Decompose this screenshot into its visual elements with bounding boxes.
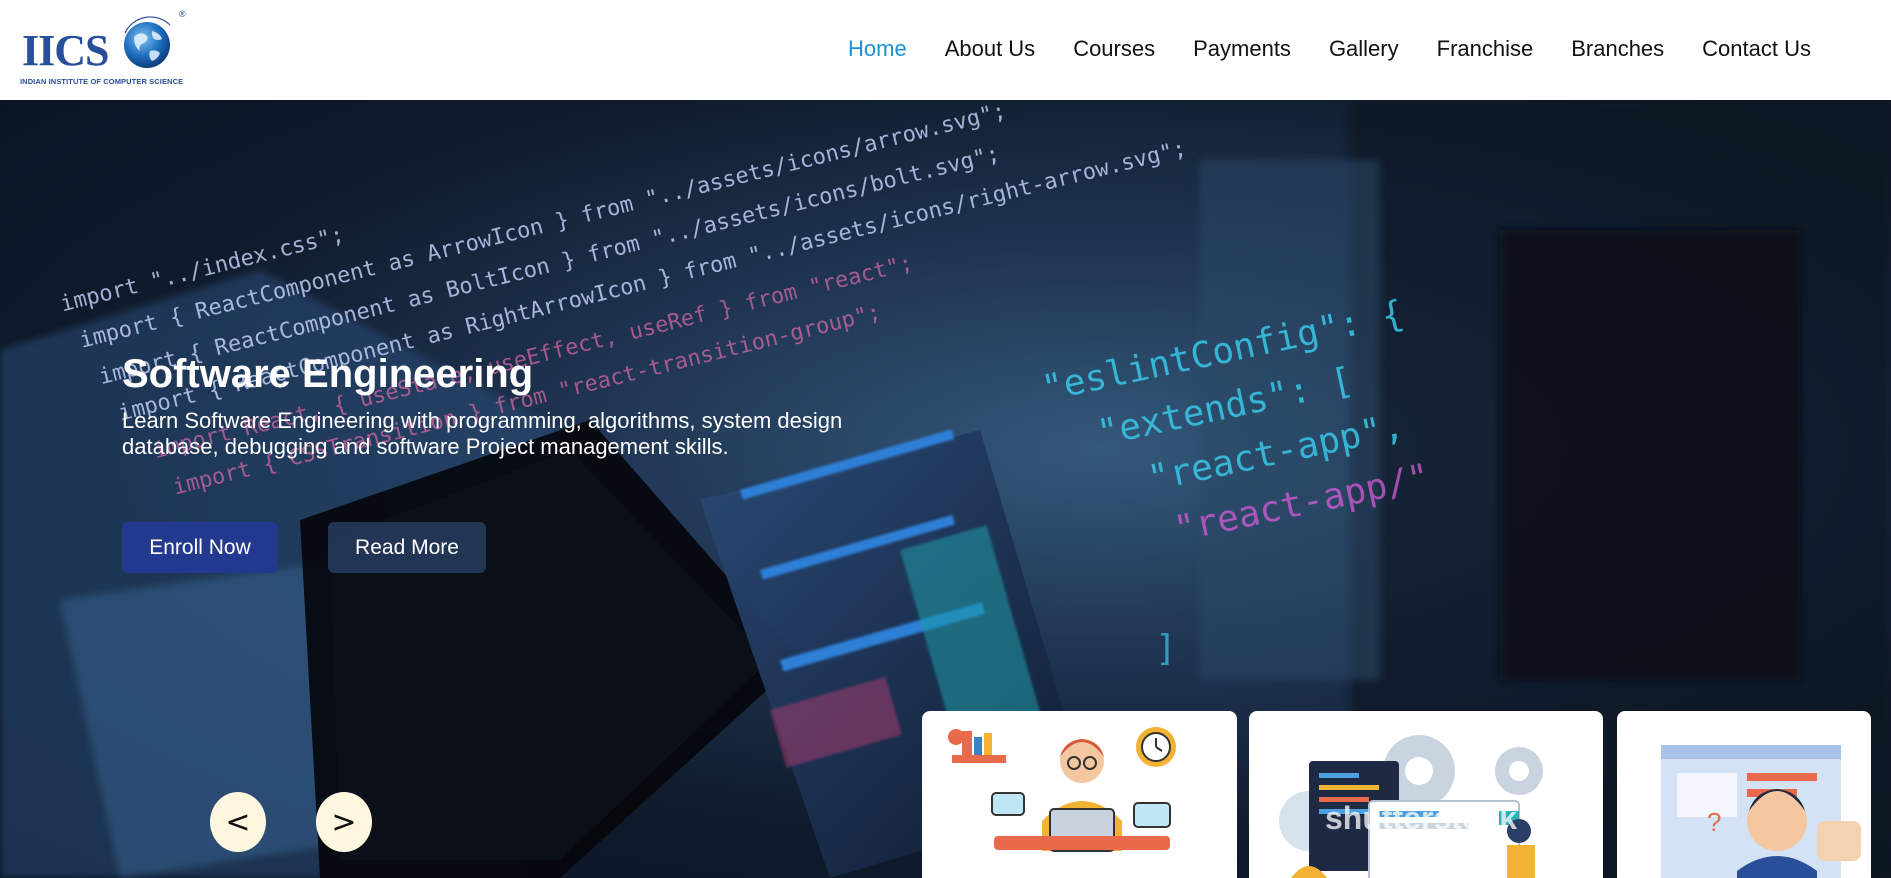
nav-item-franchise[interactable]: Franchise bbox=[1437, 36, 1534, 62]
registered-mark: ® bbox=[179, 9, 186, 19]
iics-logo[interactable]: IICS ® INDIAN INSTITUTE OF COMPUTER SCIE… bbox=[20, 9, 190, 89]
read-more-button[interactable]: Read More bbox=[328, 522, 486, 573]
nav-item-home[interactable]: Home bbox=[848, 36, 907, 62]
logo-subtitle: INDIAN INSTITUTE OF COMPUTER SCIENCE bbox=[20, 77, 184, 86]
image-watermark: shutterstock bbox=[1325, 800, 1518, 836]
main-nav: Home About Us Courses Payments Gallery F… bbox=[810, 36, 1811, 62]
svg-text:]: ] bbox=[1155, 628, 1177, 669]
site-header: IICS ® INDIAN INSTITUTE OF COMPUTER SCIE… bbox=[0, 0, 1891, 100]
hero-title: Software Engineering bbox=[122, 352, 534, 396]
frustrated-user-illustration-icon: ? bbox=[1661, 745, 1861, 878]
hero-description: Learn Software Engineering with programm… bbox=[122, 408, 843, 459]
nav-item-branches[interactable]: Branches bbox=[1571, 36, 1664, 62]
nav-item-contact-us[interactable]: Contact Us bbox=[1702, 36, 1811, 62]
development-illustration-icon bbox=[1279, 735, 1543, 878]
logo-text: IICS bbox=[22, 26, 109, 75]
course-card-2[interactable] bbox=[1249, 711, 1603, 878]
svg-text:?: ? bbox=[1707, 807, 1721, 837]
nav-item-courses[interactable]: Courses bbox=[1073, 36, 1155, 62]
nav-item-payments[interactable]: Payments bbox=[1193, 36, 1291, 62]
course-card-3[interactable]: ? bbox=[1617, 711, 1871, 878]
programmer-illustration-icon bbox=[948, 727, 1176, 852]
enroll-now-button[interactable]: Enroll Now bbox=[122, 522, 278, 573]
slider-next-button[interactable]: > bbox=[316, 792, 372, 852]
course-card-1[interactable] bbox=[922, 711, 1237, 878]
nav-item-about-us[interactable]: About Us bbox=[945, 36, 1036, 62]
globe-icon bbox=[124, 16, 171, 68]
slider-prev-button[interactable]: < bbox=[210, 792, 266, 852]
nav-item-gallery[interactable]: Gallery bbox=[1329, 36, 1399, 62]
